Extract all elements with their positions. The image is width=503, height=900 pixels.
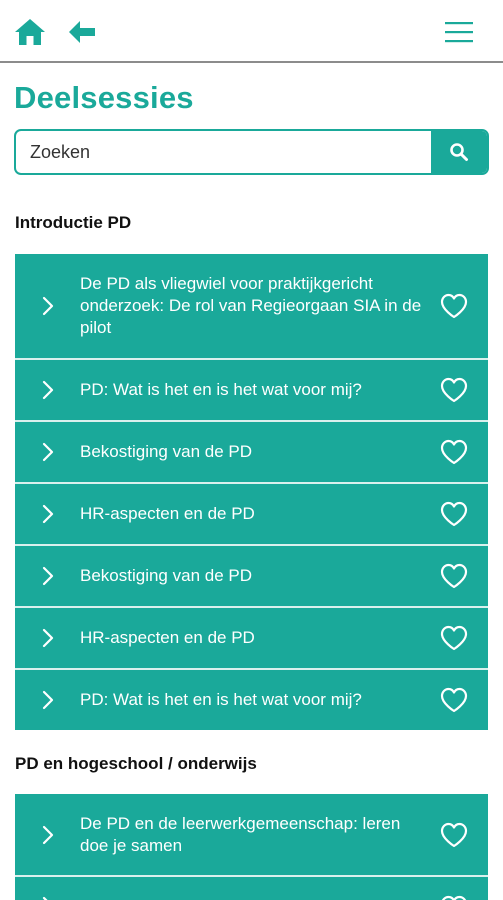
session-item[interactable]: HR-aspecten en de PD [15,484,488,546]
session-title: Bekostiging van de PD [80,566,252,585]
session-title: PD: Wat is het en is het wat voor mij? [80,380,362,399]
search-button[interactable] [431,131,487,173]
home-icon [15,19,45,45]
heart-icon[interactable] [440,563,468,589]
session-title: HR-aspecten en de PD [80,504,255,523]
session-item[interactable]: Bekostiging van de PD [15,422,488,484]
heart-icon[interactable] [440,687,468,713]
hamburger-menu-icon [445,22,473,43]
session-item[interactable]: PD: Wat is het en is het wat voor mij? [15,670,488,730]
heart-icon[interactable] [440,293,468,319]
search-icon [450,143,468,161]
session-title: De PD als vliegwiel voor praktijkgericht… [80,274,422,337]
session-item[interactable]: PD: Wat is het en is het wat voor mij? [15,360,488,422]
session-item[interactable] [15,877,488,900]
chevron-right-icon [42,896,48,900]
chevron-right-icon [42,690,54,710]
menu-button[interactable] [443,14,475,50]
arrow-left-icon [69,21,95,43]
back-button[interactable] [64,14,100,50]
section-heading: PD en hogeschool / onderwijs [15,754,257,773]
session-item[interactable]: De PD als vliegwiel voor praktijkgericht… [15,254,488,360]
search-input[interactable] [16,131,431,173]
heart-icon[interactable] [440,439,468,465]
heart-icon[interactable] [440,501,468,527]
session-list: De PD als vliegwiel voor praktijkgericht… [15,254,488,730]
chevron-right-icon [42,628,54,648]
session-list: De PD en de leerwerkgemeenschap: leren d… [15,794,488,900]
session-title: Bekostiging van de PD [80,442,252,461]
session-item[interactable]: De PD en de leerwerkgemeenschap: leren d… [15,794,488,877]
session-item[interactable]: Bekostiging van de PD [15,546,488,608]
section-heading: Introductie PD [15,213,132,232]
chevron-right-icon [42,380,54,400]
heart-icon[interactable] [440,895,468,900]
chevron-right-icon [42,442,54,462]
page-title: Deelsessies [14,80,194,115]
heart-icon[interactable] [440,822,468,848]
chevron-right-icon [42,504,54,524]
session-title: PD: Wat is het en is het wat voor mij? [80,690,362,709]
chevron-right-icon [42,566,54,586]
chevron-right-icon [42,825,54,844]
session-title: HR-aspecten en de PD [80,628,255,647]
home-button[interactable] [12,14,48,50]
heart-icon[interactable] [440,625,468,651]
session-title: De PD en de leerwerkgemeenschap: leren d… [80,813,401,855]
chevron-right-icon [42,296,54,316]
heart-icon[interactable] [440,377,468,403]
top-bar [0,0,503,63]
session-item[interactable]: HR-aspecten en de PD [15,608,488,670]
search-bar [14,129,489,175]
